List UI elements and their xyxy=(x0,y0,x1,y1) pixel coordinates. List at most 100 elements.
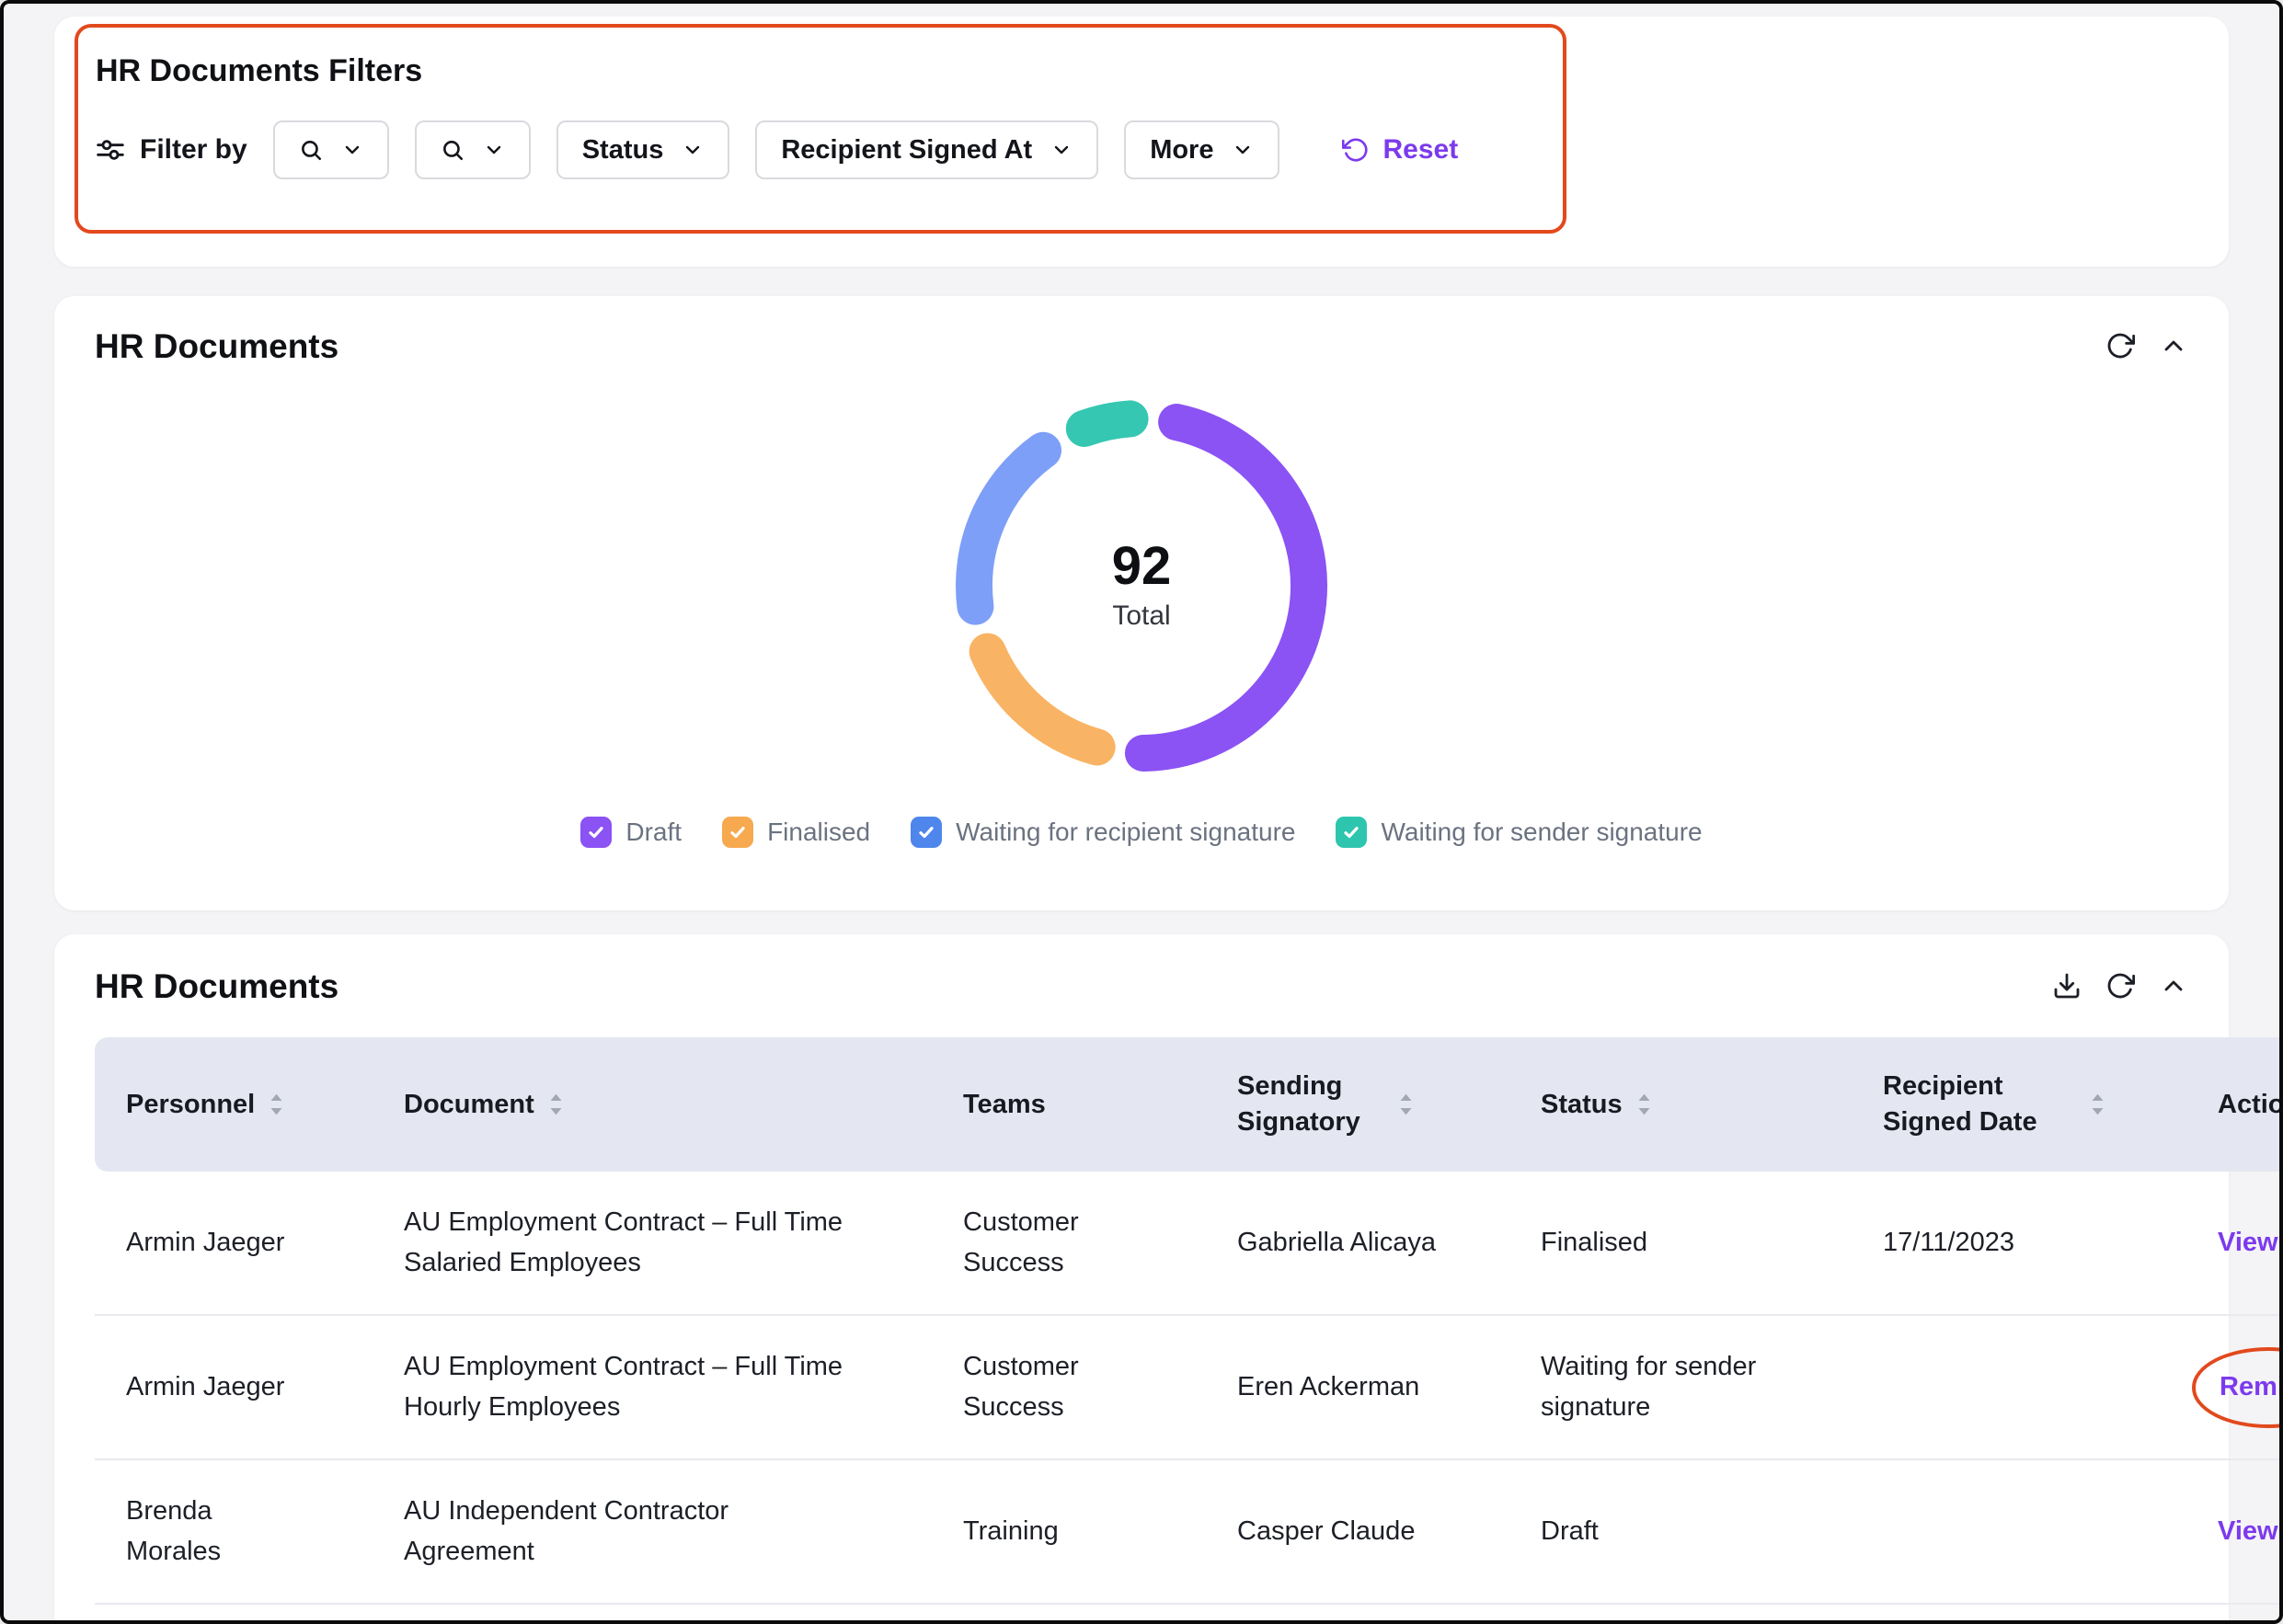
legend-checkbox-waiting-for-sender-signature[interactable] xyxy=(1336,817,1367,848)
cell-recipient-signed-date: 17/11/2023 xyxy=(1883,1172,2218,1315)
chevron-down-icon xyxy=(682,139,704,161)
reset-label: Reset xyxy=(1382,134,1458,166)
cell-document: AU Employment Contract – Full Time Hourl… xyxy=(404,1315,963,1459)
column-header-teams: Teams xyxy=(963,1037,1237,1172)
reset-icon xyxy=(1342,136,1370,164)
cell-status: Draft xyxy=(1541,1459,1883,1604)
donut-center: 92 Total xyxy=(953,397,1330,774)
cell-sending-signatory: Gabriella Alicaya xyxy=(1237,1172,1541,1315)
legend-checkbox-draft[interactable] xyxy=(580,817,612,848)
table-header-row: Personnel Document Teams Sending Signatory S… xyxy=(95,1037,2283,1172)
chevron-down-icon xyxy=(1232,139,1254,161)
collapse-button[interactable] xyxy=(2159,331,2188,360)
cell-action: View xyxy=(2218,1172,2283,1315)
legend-checkbox-finalised[interactable] xyxy=(722,817,753,848)
sort-icon[interactable] xyxy=(549,1093,563,1115)
cell-sending-signatory: Eren Ackerman xyxy=(1237,1315,1541,1459)
table-card-title: HR Documents xyxy=(95,967,338,1006)
legend-label: Finalised xyxy=(767,818,870,847)
hr-documents-table-card: HR Documents xyxy=(54,934,2229,1624)
view-link[interactable]: View xyxy=(2218,1516,2278,1546)
cell-action: View xyxy=(2218,1459,2283,1604)
chevron-down-icon xyxy=(483,139,505,161)
chevron-down-icon xyxy=(341,139,363,161)
sort-icon[interactable] xyxy=(2091,1093,2105,1115)
table-row: Armin JaegerAU Employment Contract – Ful… xyxy=(95,1315,2283,1459)
column-label: Personnel xyxy=(126,1087,255,1123)
cell-document: AU Employment Contract – Full Time Salar… xyxy=(404,1172,963,1315)
refresh-button[interactable] xyxy=(2105,971,2135,1001)
legend-label: Draft xyxy=(625,818,682,847)
more-filters-dropdown[interactable]: More xyxy=(1124,120,1279,179)
filters-panel: HR Documents Filters Filter by xyxy=(54,17,2229,267)
cell-sending-signatory: Casper Claude xyxy=(1237,1459,1541,1604)
view-link[interactable]: View xyxy=(2218,1228,2278,1257)
collapse-button[interactable] xyxy=(2159,971,2188,1001)
column-header-sending-signatory[interactable]: Sending Signatory xyxy=(1237,1037,1541,1172)
cell-action: Remind xyxy=(2218,1315,2283,1459)
recipient-signed-at-filter-dropdown[interactable]: Recipient Signed At xyxy=(755,120,1098,179)
status-filter-dropdown[interactable]: Status xyxy=(556,120,730,179)
cell-status: Waiting for sender signature xyxy=(1541,1315,1883,1459)
legend-label: Waiting for recipient signature xyxy=(956,818,1295,847)
sort-icon[interactable] xyxy=(1399,1093,1413,1115)
total-value: 92 xyxy=(1112,540,1172,593)
status-filter-label: Status xyxy=(582,135,664,166)
column-label: Status xyxy=(1541,1087,1623,1123)
cell-teams: Training xyxy=(963,1459,1237,1604)
refresh-icon xyxy=(2105,331,2135,360)
chevron-down-icon xyxy=(1050,139,1073,161)
column-label: Teams xyxy=(963,1087,1046,1123)
sort-icon[interactable] xyxy=(270,1093,283,1115)
column-header-status[interactable]: Status xyxy=(1541,1037,1883,1172)
check-icon xyxy=(917,823,935,841)
legend-label: Waiting for sender signature xyxy=(1381,818,1702,847)
remind-link[interactable]: Remind xyxy=(2220,1372,2283,1401)
cell-teams: Customer Success xyxy=(963,1315,1237,1459)
legend-checkbox-waiting-for-recipient-signature[interactable] xyxy=(911,817,942,848)
column-label: Action xyxy=(2218,1087,2283,1123)
legend-item-finalised: Finalised xyxy=(722,817,870,848)
chart-card-title: HR Documents xyxy=(95,327,338,366)
cell-personnel: Armin Jaeger xyxy=(95,1172,404,1315)
column-header-document[interactable]: Document xyxy=(404,1037,963,1172)
filter-by-label: Filter by xyxy=(140,134,247,166)
column-label: Sending Signatory xyxy=(1237,1069,1384,1140)
refresh-icon xyxy=(2105,971,2135,1001)
reset-filters-button[interactable]: Reset xyxy=(1337,133,1463,166)
legend-item-draft: Draft xyxy=(580,817,682,848)
recipient-signed-at-label: Recipient Signed At xyxy=(781,135,1032,166)
hr-documents-table: Personnel Document Teams Sending Signatory S… xyxy=(95,1037,2283,1605)
hr-documents-chart-card: HR Documents 92 Total xyxy=(54,296,2229,910)
chart-legend: Draft Finalised Waiting for recipient sign… xyxy=(95,817,2188,848)
page: HR Documents Filters Filter by xyxy=(0,0,2283,1624)
column-label: Document xyxy=(404,1087,534,1123)
download-button[interactable] xyxy=(2052,971,2082,1001)
filter-row: Filter by Status xyxy=(96,120,2187,179)
cell-personnel: Brenda Morales xyxy=(95,1459,404,1604)
cell-recipient-signed-date xyxy=(1883,1315,2218,1459)
download-icon xyxy=(2052,971,2082,1001)
cell-document: AU Independent Contractor Agreement xyxy=(404,1459,963,1604)
refresh-button[interactable] xyxy=(2105,331,2135,360)
search-filter-dropdown-1[interactable] xyxy=(273,120,389,179)
filter-by: Filter by xyxy=(96,134,247,166)
filters-title: HR Documents Filters xyxy=(96,53,2187,89)
column-label: Recipient Signed Date xyxy=(1883,1069,2076,1140)
cell-personnel: Armin Jaeger xyxy=(95,1315,404,1459)
legend-item-waiting-for-recipient-signature: Waiting for recipient signature xyxy=(911,817,1295,848)
table-row: Brenda MoralesAU Independent Contractor … xyxy=(95,1459,2283,1604)
search-icon xyxy=(441,138,465,162)
donut-chart-area: 92 Total xyxy=(953,397,1330,774)
total-label: Total xyxy=(1112,600,1170,632)
sort-icon[interactable] xyxy=(1637,1093,1651,1115)
check-icon xyxy=(587,823,605,841)
column-header-recipient-signed-date[interactable]: Recipient Signed Date xyxy=(1883,1037,2218,1172)
column-header-personnel[interactable]: Personnel xyxy=(95,1037,404,1172)
column-header-action: Action xyxy=(2218,1037,2283,1172)
check-icon xyxy=(728,823,747,841)
cell-status: Finalised xyxy=(1541,1172,1883,1315)
table-row: Armin JaegerAU Employment Contract – Ful… xyxy=(95,1172,2283,1315)
search-filter-dropdown-2[interactable] xyxy=(415,120,531,179)
legend-item-waiting-for-sender-signature: Waiting for sender signature xyxy=(1336,817,1702,848)
